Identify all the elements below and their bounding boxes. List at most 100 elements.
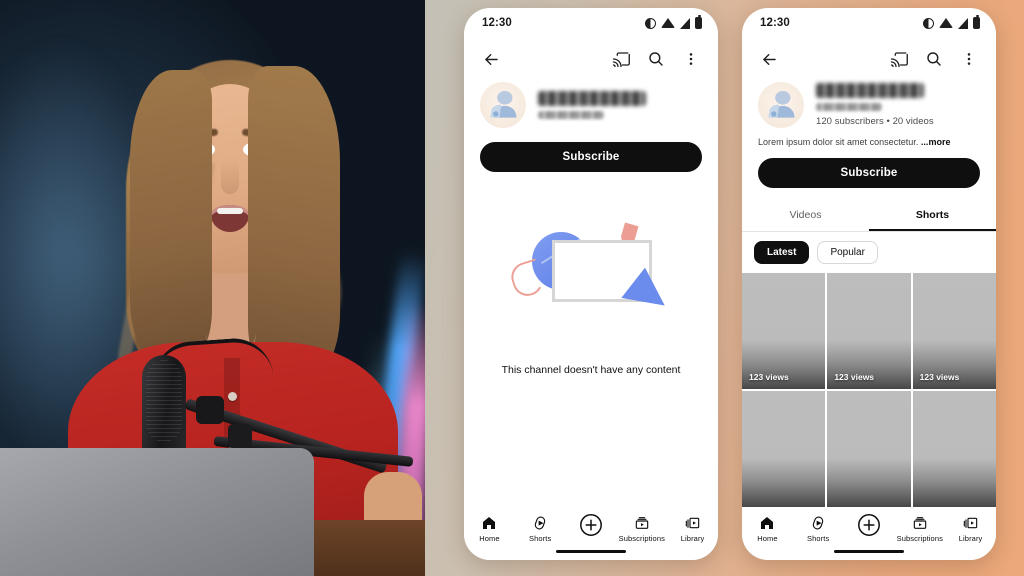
hair-front-right	[248, 66, 340, 386]
cardigan-button	[228, 392, 237, 401]
status-bar: 12:30	[464, 8, 718, 38]
empty-state: This channel doesn't have any content	[464, 172, 718, 507]
shorts-grid-cell[interactable]: 123 views	[912, 273, 996, 389]
battery-icon	[973, 15, 980, 29]
subscriptions-icon	[634, 513, 650, 531]
battery-icon	[695, 15, 702, 29]
search-icon[interactable]	[643, 46, 669, 72]
nav-label: Subscriptions	[896, 534, 943, 543]
bottom-navigation: Home Shorts Subscriptions Library	[742, 507, 996, 560]
nav-item-create[interactable]	[566, 513, 617, 543]
channel-stats: 120 subscribers • 20 videos	[816, 116, 934, 127]
channel-header	[464, 80, 718, 128]
nav-item-create[interactable]	[844, 513, 895, 543]
boom-arm-joint	[228, 424, 252, 448]
gesture-home-bar[interactable]	[556, 550, 626, 553]
subscribe-button[interactable]: Subscribe	[480, 142, 702, 172]
tab-videos[interactable]: Videos	[742, 200, 869, 231]
nav-item-library[interactable]: Library	[667, 513, 718, 543]
status-bar-time: 12:30	[482, 17, 512, 29]
library-icon	[963, 513, 979, 531]
channel-avatar[interactable]	[480, 82, 526, 128]
phone-mockup-empty-channel: 12:30 Subscribe This channel doesn't hav…	[464, 8, 718, 560]
channel-description-more-link[interactable]: ...more	[921, 137, 951, 147]
phone-mockup-shorts-grid: 12:30 120 subscribers • 20 videos Lorem …	[742, 8, 996, 560]
shorts-grid-cell[interactable]	[742, 391, 826, 507]
view-count: 123 views	[919, 372, 960, 382]
channel-name-redacted	[816, 83, 924, 98]
channel-description-text: Lorem ipsum dolor sit amet consectetur.	[758, 137, 919, 147]
back-arrow-icon[interactable]	[756, 46, 782, 72]
nav-item-shorts[interactable]: Shorts	[793, 513, 844, 543]
brightness-icon	[645, 17, 656, 29]
cast-icon[interactable]	[886, 46, 912, 72]
chip-latest[interactable]: Latest	[754, 241, 810, 264]
status-bar-icons	[923, 15, 980, 29]
empty-state-text: This channel doesn't have any content	[501, 364, 681, 376]
shorts-grid-cell[interactable]: 123 views	[742, 273, 826, 389]
nav-item-subscriptions[interactable]: Subscriptions	[616, 513, 667, 543]
channel-tabs: Videos Shorts	[742, 200, 996, 232]
bottom-nav-items: Home Shorts Subscriptions Library	[742, 513, 996, 543]
nav-item-home[interactable]: Home	[464, 513, 515, 543]
create-plus-icon	[579, 513, 603, 537]
home-icon	[481, 513, 497, 531]
nav-item-subscriptions[interactable]: Subscriptions	[894, 513, 945, 543]
channel-description[interactable]: Lorem ipsum dolor sit amet consectetur. …	[742, 128, 996, 147]
shorts-grid-cell[interactable]: 123 views	[827, 273, 911, 389]
channel-header: 120 subscribers • 20 videos	[742, 80, 996, 128]
gesture-home-bar[interactable]	[834, 550, 904, 553]
shorts-icon	[810, 513, 826, 531]
boom-arm-joint	[196, 396, 224, 424]
nav-label: Home	[479, 534, 500, 543]
tab-shorts[interactable]: Shorts	[869, 200, 996, 231]
nav-item-library[interactable]: Library	[945, 513, 996, 543]
shorts-grid-cell[interactable]	[827, 391, 911, 507]
wifi-icon	[661, 18, 675, 28]
subscribe-button[interactable]: Subscribe	[758, 158, 980, 188]
nav-label: Library	[958, 534, 983, 543]
empty-channel-illustration	[506, 222, 676, 324]
nav-item-shorts[interactable]: Shorts	[515, 513, 566, 543]
search-icon[interactable]	[921, 46, 947, 72]
channel-name-redacted	[538, 91, 646, 106]
illustration-triangle	[621, 264, 671, 306]
app-bar	[742, 38, 996, 80]
nav-item-home[interactable]: Home	[742, 513, 793, 543]
sort-chips: Latest Popular	[742, 232, 996, 273]
shorts-grid-cell[interactable]	[912, 391, 996, 507]
back-arrow-icon[interactable]	[478, 46, 504, 72]
channel-meta	[538, 91, 702, 119]
channel-meta: 120 subscribers • 20 videos	[816, 83, 980, 127]
bottom-nav-items: Home Shorts Subscriptions Library	[464, 513, 718, 543]
more-vertical-icon[interactable]	[956, 46, 982, 72]
view-count: 123 views	[749, 372, 789, 382]
channel-handle-redacted	[816, 103, 882, 111]
status-bar-time: 12:30	[760, 17, 790, 29]
home-icon	[759, 513, 775, 531]
nav-label: Shorts	[807, 534, 830, 543]
view-count: 123 views	[834, 372, 875, 382]
more-vertical-icon[interactable]	[678, 46, 704, 72]
status-bar: 12:30	[742, 8, 996, 38]
screenshot-stage: 12:30 Subscribe This channel doesn't hav…	[0, 0, 1024, 576]
app-bar	[464, 38, 718, 80]
bottom-navigation: Home Shorts Subscriptions Library	[464, 507, 718, 560]
nav-label: Library	[680, 534, 705, 543]
microphone-grille	[146, 360, 182, 442]
hair-front-left	[130, 70, 212, 370]
nav-label: Subscriptions	[618, 534, 665, 543]
subscriptions-icon	[912, 513, 928, 531]
library-icon	[685, 513, 701, 531]
brightness-icon	[923, 17, 934, 29]
channel-avatar[interactable]	[758, 82, 804, 128]
shorts-icon	[532, 513, 548, 531]
laptop-lid	[0, 448, 314, 576]
signal-icon	[680, 17, 690, 29]
cast-icon[interactable]	[608, 46, 634, 72]
chip-popular[interactable]: Popular	[817, 241, 878, 264]
channel-handle-redacted	[538, 111, 604, 119]
nav-label: Shorts	[529, 534, 552, 543]
presenter-video-pane	[0, 0, 425, 576]
shorts-grid: 123 views 123 views 123 views	[742, 273, 996, 507]
